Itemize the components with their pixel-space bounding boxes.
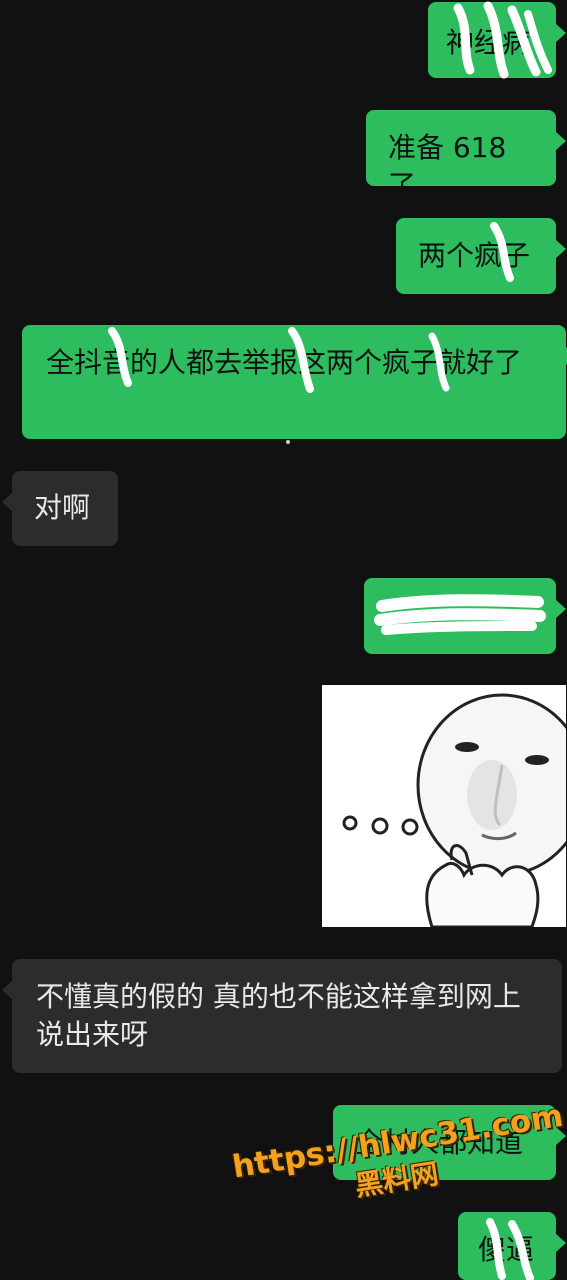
message-bubble-outgoing[interactable]: 全抖音的人都去举报这两个疯子就好了: [22, 325, 567, 439]
message-text: 全抖音的人都去举报这两个疯子就好了: [46, 346, 523, 379]
message-bubble-outgoing[interactable]: 傻逼: [458, 1212, 566, 1280]
message-bubble-incoming[interactable]: 不懂真的假的 真的也不能这样拿到网上说出来呀: [2, 959, 562, 1073]
message-text: 对啊: [34, 491, 91, 524]
message-bubble-incoming[interactable]: 对啊: [2, 471, 118, 546]
message-text: 神经病: [446, 26, 531, 59]
message-bubble-outgoing[interactable]: [364, 578, 566, 654]
meme-face-icon: [322, 685, 566, 927]
separator-dot: [286, 440, 290, 444]
message-bubble-outgoing[interactable]: 两个疯子: [396, 218, 566, 294]
message-bubble-outgoing[interactable]: 准备 618 了: [366, 110, 566, 202]
sticker-image[interactable]: [322, 685, 566, 927]
message-text: 准备 618 了: [388, 131, 507, 202]
message-text: 不懂真的假的 真的也不能这样拿到网上说出来呀: [36, 980, 521, 1051]
message-text: 傻逼: [478, 1233, 535, 1266]
message-text: 两个疯子: [418, 239, 531, 272]
message-bubble-outgoing[interactable]: 神经病: [428, 2, 566, 78]
